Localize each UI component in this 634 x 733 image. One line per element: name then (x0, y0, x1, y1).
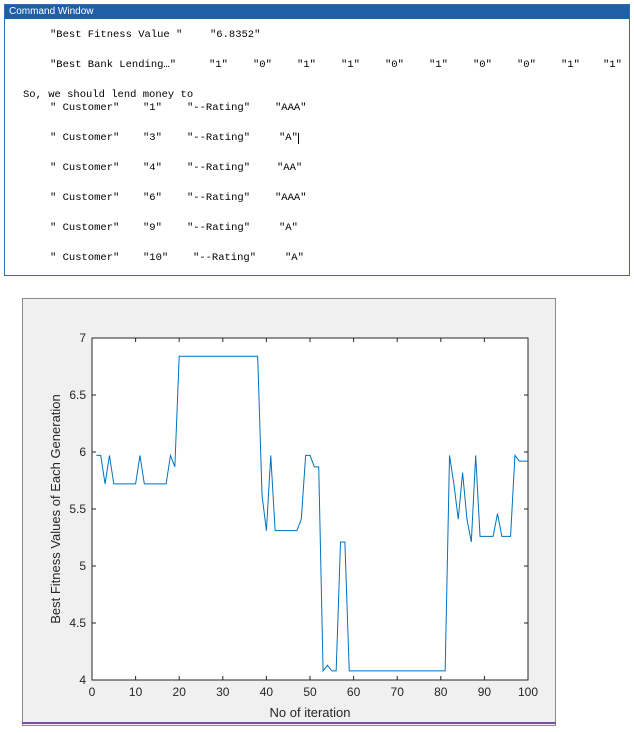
x-axis-label: No of iteration (270, 705, 351, 720)
lending-bit: "1" (429, 59, 448, 71)
command-window-title: Command Window (5, 5, 629, 19)
x-tick-label: 40 (260, 685, 274, 699)
customer-rating-label: "--Rating" (187, 192, 251, 204)
customer-rating: "AAA" (275, 102, 307, 114)
customer-id: "4" (143, 162, 162, 174)
lending-bit: "0" (385, 59, 404, 71)
customer-label: " Customer" (50, 132, 120, 144)
y-tick-label: 4.5 (69, 616, 86, 630)
lending-bit: "0" (517, 59, 536, 71)
x-tick-label: 100 (518, 685, 538, 699)
x-tick-label: 30 (216, 685, 230, 699)
customer-label: " Customer" (50, 162, 120, 174)
lending-bit: "1" (603, 59, 622, 71)
customer-id: "1" (143, 102, 162, 114)
lending-bit: "0" (473, 59, 492, 71)
x-tick-label: 20 (173, 685, 187, 699)
x-tick-label: 50 (303, 685, 317, 699)
y-tick-label: 7 (79, 331, 86, 345)
best-fitness-value: "6.8352" (210, 29, 261, 41)
customer-id: "3" (143, 132, 162, 144)
customer-rating-label: "--Rating" (187, 132, 251, 144)
customer-label: " Customer" (50, 252, 120, 264)
y-tick-label: 5.5 (69, 502, 86, 516)
customer-id: "9" (143, 222, 162, 234)
command-window-body[interactable]: "Best Fitness Value " "6.8352" "Best Ban… (5, 19, 629, 275)
customer-rating: "A" (279, 132, 298, 144)
x-tick-label: 70 (391, 685, 405, 699)
best-lending-label: "Best Bank Lending…" (50, 59, 177, 71)
plot-area (91, 337, 529, 681)
lending-bit: "1" (561, 59, 580, 71)
y-axis-label: Best Fitness Values of Each Generation (48, 394, 63, 624)
y-tick-label: 4 (79, 673, 86, 687)
command-window: Command Window "Best Fitness Value " "6.… (4, 4, 630, 276)
x-tick-label: 10 (129, 685, 143, 699)
customer-rating-label: "--Rating" (193, 252, 257, 264)
customer-label: " Customer" (50, 102, 120, 114)
conclusion-text: So, we should lend money to (23, 89, 194, 101)
customer-label: " Customer" (50, 222, 120, 234)
customer-rating-label: "--Rating" (187, 162, 251, 174)
y-tick-label: 5 (79, 559, 86, 573)
lending-bit: "1" (341, 59, 360, 71)
customer-rating: "AA" (277, 162, 303, 174)
x-tick-label: 60 (347, 685, 361, 699)
customer-rating: "A" (279, 222, 298, 234)
customer-rating: "AAA" (275, 192, 307, 204)
x-tick-label: 90 (478, 685, 492, 699)
figure-window: 0 10 20 30 40 50 60 70 80 90 100 4 4.5 5 5.5 6 6.5 7 No o… (22, 298, 556, 726)
fitness-line-chart: 0 10 20 30 40 50 60 70 80 90 100 4 4.5 5 5.5 6 6.5 7 No o… (48, 331, 538, 720)
customer-id: "10" (143, 252, 169, 264)
x-tick-label: 80 (434, 685, 448, 699)
customer-label: " Customer" (50, 192, 120, 204)
x-tick-label: 0 (89, 685, 96, 699)
y-tick-label: 6.5 (69, 388, 86, 402)
best-fitness-label: "Best Fitness Value " (50, 29, 183, 41)
customer-rating-label: "--Rating" (187, 222, 251, 234)
y-tick-label: 6 (79, 445, 86, 459)
figure-bottom-border (22, 722, 556, 724)
lending-bit: "1" (297, 59, 316, 71)
customer-rating: "A" (285, 252, 304, 264)
customer-rating-label: "--Rating" (187, 102, 251, 114)
customer-id: "6" (143, 192, 162, 204)
text-cursor (298, 133, 299, 144)
lending-bit: "0" (253, 59, 272, 71)
lending-bit: "1" (209, 59, 228, 71)
